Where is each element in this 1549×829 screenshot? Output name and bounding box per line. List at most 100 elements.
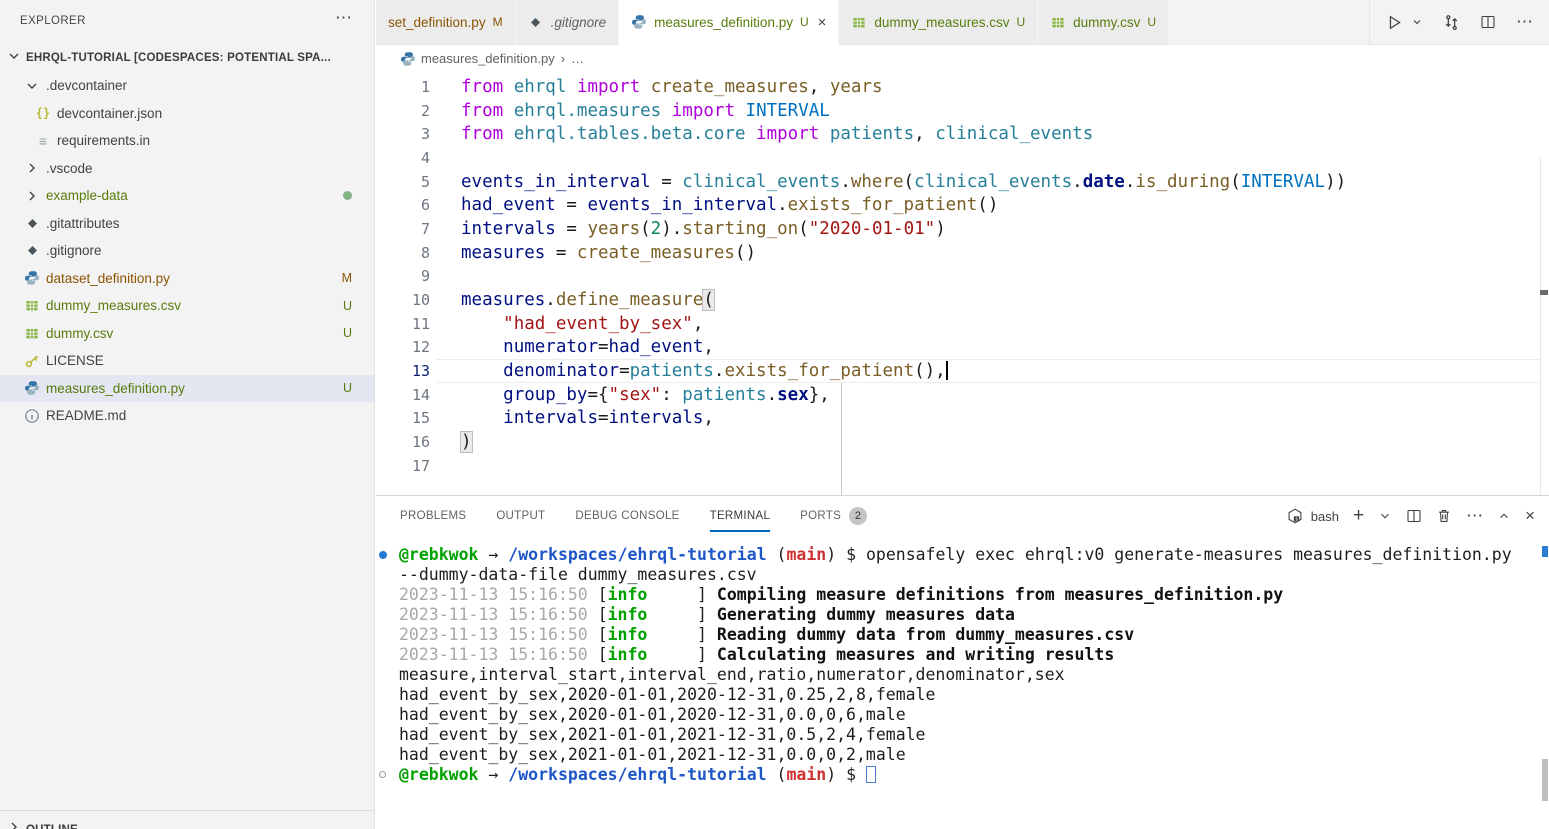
line-number: 15 [376, 409, 430, 427]
terminal-cursor [866, 766, 876, 783]
sidebar-item-dummy-measures-csv[interactable]: dummy_measures.csvU [0, 292, 374, 320]
line-number: 13 [376, 362, 430, 380]
sidebar-item-devcontainer[interactable]: .devcontainer [0, 72, 374, 100]
sidebar-item-readme-md[interactable]: README.md [0, 402, 374, 430]
kill-terminal-button[interactable] [1436, 508, 1452, 524]
panel-tab-terminal[interactable]: TERMINAL [710, 496, 771, 536]
close-tab-button[interactable]: × [818, 14, 827, 31]
bottom-panel: PROBLEMS OUTPUT DEBUG CONSOLE TERMINAL PORTS… [376, 495, 1549, 829]
tab-git-badge: M [493, 15, 503, 29]
terminal[interactable]: @rebkwok → /workspaces/ehrql-tutorial (m… [376, 541, 1549, 829]
code-line-12[interactable]: 12 numerator=had_event, [376, 336, 1549, 360]
terminal-line: @rebkwok → /workspaces/ehrql-tutorial (m… [376, 545, 1549, 565]
workspace-root-row[interactable]: EHRQL-TUTORIAL [CODESPACES: POTENTIAL SP… [0, 46, 374, 70]
code-line-2[interactable]: 2from ehrql.measures import INTERVAL [376, 99, 1549, 123]
command-decoration-hollow[interactable] [379, 771, 386, 778]
command-decoration-filled[interactable] [379, 551, 387, 559]
terminal-line: 2023-11-13 15:16:50 [info ] Reading dumm… [376, 625, 1549, 645]
sidebar-item-gitignore[interactable]: .gitignore [0, 237, 374, 265]
text-cursor [946, 361, 948, 380]
line-number: 6 [376, 196, 430, 214]
new-terminal-button[interactable]: + [1353, 505, 1364, 527]
code-line-5[interactable]: 5events_in_interval = clinical_events.wh… [376, 170, 1549, 194]
sidebar-item-gitattributes[interactable]: .gitattributes [0, 210, 374, 238]
file-label: LICENSE [46, 353, 104, 368]
code-line-13[interactable]: 13 denominator=patients.exists_for_patie… [376, 359, 1549, 383]
line-number: 3 [376, 125, 430, 143]
sidebar-item-dummy-csv[interactable]: dummy.csvU [0, 320, 374, 348]
panel-tab-output[interactable]: OUTPUT [496, 496, 545, 536]
tab-dummy-csv[interactable]: dummy.csvU [1038, 0, 1169, 45]
tab-label: measures_definition.py [654, 15, 793, 30]
panel-tab-ports[interactable]: PORTS2 [800, 496, 867, 536]
panel-actions: $ bash + ⋯ × [1287, 496, 1535, 536]
panel-tab-debug-console[interactable]: DEBUG CONSOLE [575, 496, 679, 536]
terminal-dropdown-button[interactable] [1378, 509, 1392, 523]
code-line-16[interactable]: 16) [376, 430, 1549, 454]
outline-section-header[interactable]: OUTLINE [0, 810, 374, 829]
code-line-15[interactable]: 15 intervals=intervals, [376, 407, 1549, 431]
chevron-right-icon [23, 160, 41, 176]
file-label: dataset_definition.py [46, 271, 170, 286]
python-file-icon [23, 380, 41, 396]
open-changes-icon[interactable] [1443, 14, 1460, 31]
line-number: 12 [376, 338, 430, 356]
sidebar-item-vscode[interactable]: .vscode [0, 155, 374, 183]
code-line-14[interactable]: 14 group_by={"sex": patients.sex}, [376, 383, 1549, 407]
csv-file-icon [23, 298, 41, 314]
line-number: 9 [376, 267, 430, 285]
code-area[interactable]: 1from ehrql import create_measures, year… [376, 72, 1549, 478]
code-text: "had_event_by_sex", [461, 314, 703, 334]
code-line-17[interactable]: 17 [376, 454, 1549, 478]
terminal-scrollbar-thumb[interactable] [1542, 759, 1548, 801]
close-panel-button[interactable]: × [1525, 506, 1535, 526]
braces-file-icon: {} [34, 105, 52, 121]
run-dropdown-button[interactable] [1411, 16, 1423, 28]
split-terminal-button[interactable] [1406, 508, 1422, 524]
sidebar-item-example-data[interactable]: example-data [0, 182, 374, 210]
explorer-more-actions-button[interactable]: ⋯ [335, 8, 352, 28]
tab-dummy-measures-csv[interactable]: dummy_measures.csvU [839, 0, 1038, 45]
sidebar-item-requirements-in[interactable]: ≡requirements.in [0, 127, 374, 155]
split-editor-button[interactable] [1480, 14, 1496, 30]
sidebar-item-devcontainer-json[interactable]: {} devcontainer.json [0, 100, 374, 128]
code-line-1[interactable]: 1from ehrql import create_measures, year… [376, 75, 1549, 99]
code-line-7[interactable]: 7intervals = years(2).starting_on("2020-… [376, 217, 1549, 241]
python-file-icon [631, 14, 648, 30]
breadcrumb-file: measures_definition.py [421, 51, 555, 66]
explorer-sidebar: EXPLORER ⋯ EHRQL-TUTORIAL [CODESPACES: P… [0, 0, 375, 829]
code-line-11[interactable]: 11 "had_event_by_sex", [376, 312, 1549, 336]
code-line-6[interactable]: 6had_event = events_in_interval.exists_f… [376, 193, 1549, 217]
breadcrumb[interactable]: measures_definition.py › … [376, 45, 1549, 72]
tab-set-definition-py[interactable]: set_definition.pyM [376, 0, 516, 45]
code-text: denominator=patients.exists_for_patient(… [461, 361, 948, 381]
tab-gitignore[interactable]: .gitignore [516, 0, 620, 45]
tab-git-badge: U [1016, 15, 1025, 29]
file-label: .gitignore [46, 243, 102, 258]
code-line-10[interactable]: 10measures.define_measure( [376, 288, 1549, 312]
editor-actions: ⋯ [1369, 0, 1549, 45]
panel-tab-label: OUTPUT [496, 510, 545, 522]
sidebar-item-measures-definition-py[interactable]: measures_definition.pyU [0, 375, 374, 403]
code-line-3[interactable]: 3from ehrql.tables.beta.core import pati… [376, 122, 1549, 146]
outline-label: OUTLINE [26, 824, 78, 829]
code-line-9[interactable]: 9 [376, 265, 1549, 289]
sidebar-item-dataset-definition-py[interactable]: dataset_definition.pyM [0, 265, 374, 293]
code-line-4[interactable]: 4 [376, 146, 1549, 170]
panel-more-actions-button[interactable]: ⋯ [1466, 506, 1483, 526]
code-line-8[interactable]: 8measures = create_measures() [376, 241, 1549, 265]
tab-measures-definition-py[interactable]: measures_definition.pyU× [619, 0, 839, 45]
diamond-file-icon [23, 243, 41, 259]
editor-scrollbar-track[interactable] [1540, 157, 1541, 495]
maximize-panel-button[interactable] [1497, 509, 1511, 523]
sidebar-item-license[interactable]: LICENSE [0, 347, 374, 375]
run-python-file-button[interactable] [1386, 14, 1403, 31]
chevron-down-icon [6, 48, 22, 69]
code-editor[interactable]: 1from ehrql import create_measures, year… [376, 72, 1549, 495]
more-editor-actions-button[interactable]: ⋯ [1516, 12, 1533, 32]
code-text: from ehrql.measures import INTERVAL [461, 101, 830, 121]
file-label: .gitattributes [46, 216, 120, 231]
panel-tab-label: PROBLEMS [400, 510, 466, 522]
file-label: devcontainer.json [57, 106, 162, 121]
panel-tab-problems[interactable]: PROBLEMS [400, 496, 466, 536]
